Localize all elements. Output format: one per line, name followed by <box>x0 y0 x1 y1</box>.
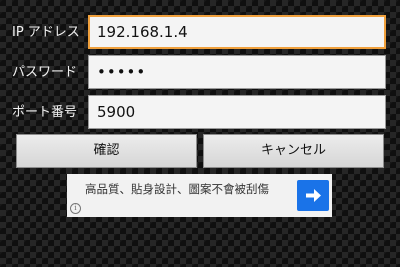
cancel-button[interactable]: キャンセル <box>203 134 384 168</box>
ip-label: IP アドレス <box>12 25 80 40</box>
ad-banner[interactable]: 高品質、貼身設計、圖案不會被刮傷 i <box>67 174 332 217</box>
info-icon[interactable]: i <box>70 203 81 214</box>
confirm-button[interactable]: 確認 <box>16 134 197 168</box>
ip-input[interactable]: 192.168.1.4 <box>88 15 386 49</box>
arrow-right-icon[interactable] <box>297 180 329 211</box>
port-input[interactable]: 5900 <box>88 95 386 129</box>
port-label: ポート番号 <box>12 105 78 120</box>
ad-text: 高品質、貼身設計、圖案不會被刮傷 <box>85 182 269 196</box>
password-label: パスワード <box>12 65 78 80</box>
password-input[interactable]: ••••• <box>88 55 386 89</box>
